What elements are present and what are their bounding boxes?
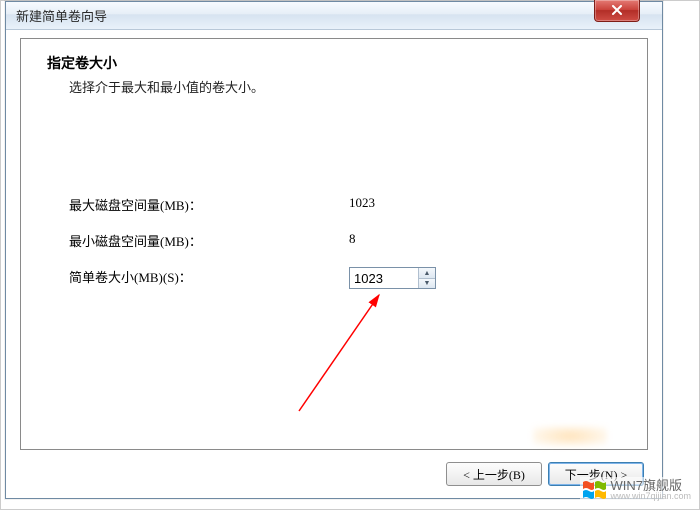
back-button[interactable]: < 上一步(B): [446, 462, 542, 486]
max-disk-value: 1023: [349, 195, 375, 214]
titlebar: 新建简单卷向导: [6, 2, 662, 30]
min-disk-label: 最小磁盘空间量(MB)：: [69, 231, 349, 250]
max-disk-row: 最大磁盘空间量(MB)： 1023: [69, 195, 607, 214]
spinner-buttons: ▲ ▼: [418, 268, 435, 288]
annotation-arrow-icon: [279, 291, 399, 431]
wizard-window: 新建简单卷向导 指定卷大小 选择介于最大和最小值的卷大小。 最大磁盘空间量(MB…: [5, 1, 663, 499]
volume-size-spinner[interactable]: ▲ ▼: [349, 267, 436, 289]
blurred-region: [533, 426, 607, 446]
wizard-content: 指定卷大小 选择介于最大和最小值的卷大小。 最大磁盘空间量(MB)： 1023 …: [20, 38, 648, 450]
max-disk-label: 最大磁盘空间量(MB)：: [69, 195, 349, 214]
volume-size-label: 简单卷大小(MB)(S)：: [69, 267, 349, 289]
windows-flag-icon: [582, 480, 606, 500]
spinner-down-button[interactable]: ▼: [419, 279, 435, 289]
page-subheading: 选择介于最大和最小值的卷大小。: [69, 77, 264, 96]
page-heading: 指定卷大小: [47, 53, 117, 73]
min-disk-value: 8: [349, 231, 356, 250]
volume-size-row: 简单卷大小(MB)(S)： ▲ ▼: [69, 267, 607, 289]
close-button[interactable]: [594, 0, 640, 22]
window-title: 新建简单卷向导: [16, 6, 107, 25]
min-disk-row: 最小磁盘空间量(MB)： 8: [69, 231, 607, 250]
volume-size-input[interactable]: [350, 268, 418, 288]
close-icon: [611, 3, 623, 18]
watermark-url: www.win7qijian.com: [610, 492, 691, 501]
watermark: WIN7旗舰版 www.win7qijian.com: [580, 477, 693, 503]
spinner-up-button[interactable]: ▲: [419, 268, 435, 279]
